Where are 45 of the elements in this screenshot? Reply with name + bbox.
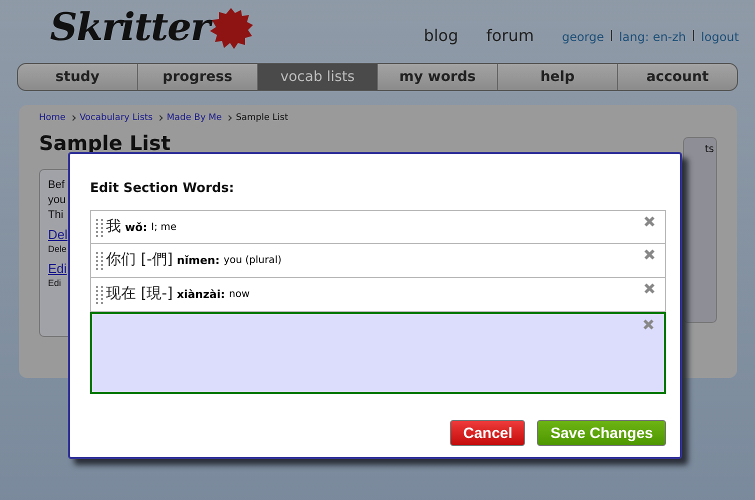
- dialog-title: Edit Section Words:: [90, 181, 236, 196]
- header-link[interactable]: forum: [486, 26, 534, 45]
- drag-handle-icon[interactable]: [96, 219, 103, 238]
- drag-handle-icon[interactable]: [96, 252, 103, 271]
- cancel-button[interactable]: Cancel: [450, 420, 526, 446]
- info-text: you: [48, 193, 66, 208]
- word-meaning: you (plural): [224, 255, 282, 266]
- nav-tab[interactable]: help: [497, 64, 617, 90]
- nav-tab[interactable]: vocab lists: [257, 64, 377, 90]
- word-meaning: I; me: [151, 222, 177, 233]
- breadcrumb-link[interactable]: Home: [39, 113, 66, 123]
- close-icon[interactable]: [643, 319, 654, 330]
- breadcrumb-current: Sample List: [236, 113, 288, 123]
- breadcrumb-link[interactable]: Made By Me: [166, 113, 222, 123]
- close-icon[interactable]: [644, 283, 655, 294]
- side-text: ts: [704, 144, 714, 156]
- nav-tab[interactable]: my words: [377, 64, 497, 90]
- word-hanzi: 你们 [-們]: [106, 250, 173, 269]
- info-text[interactable]: Del: [48, 227, 68, 242]
- word-row[interactable]: 我 wǒ: I; me: [90, 210, 666, 244]
- word-pinyin: xiànzài:: [176, 288, 226, 301]
- word-pinyin: wǒ:: [125, 221, 148, 234]
- info-text: Thi: [48, 208, 64, 223]
- new-word-field[interactable]: [90, 312, 666, 394]
- word-hanzi: 我: [106, 217, 121, 236]
- header-link[interactable]: blog: [424, 26, 458, 45]
- page-title: Sample List: [39, 132, 171, 154]
- drag-handle-icon[interactable]: [96, 286, 103, 305]
- word-row[interactable]: 你们 [-們] nǐmen: you (plural): [90, 244, 666, 278]
- info-text: Dele: [48, 243, 67, 256]
- save-button[interactable]: Save Changes: [537, 420, 666, 446]
- word-meaning: now: [229, 289, 250, 300]
- close-icon[interactable]: [644, 216, 655, 227]
- nav-tab[interactable]: study: [18, 64, 137, 90]
- nav-tab[interactable]: account: [617, 64, 737, 90]
- user-link[interactable]: george: [562, 30, 604, 44]
- info-text: Bef: [48, 178, 65, 193]
- user-link[interactable]: logout: [701, 30, 739, 44]
- word-hanzi: 现在 [現-]: [106, 284, 173, 303]
- close-icon[interactable]: [644, 249, 655, 260]
- word-pinyin: nǐmen:: [176, 254, 220, 267]
- info-text: Edi: [48, 277, 62, 290]
- info-text[interactable]: Edi: [48, 261, 67, 276]
- user-link[interactable]: lang: en-zh: [619, 30, 686, 44]
- breadcrumb-link[interactable]: Vocabulary Lists: [80, 113, 153, 123]
